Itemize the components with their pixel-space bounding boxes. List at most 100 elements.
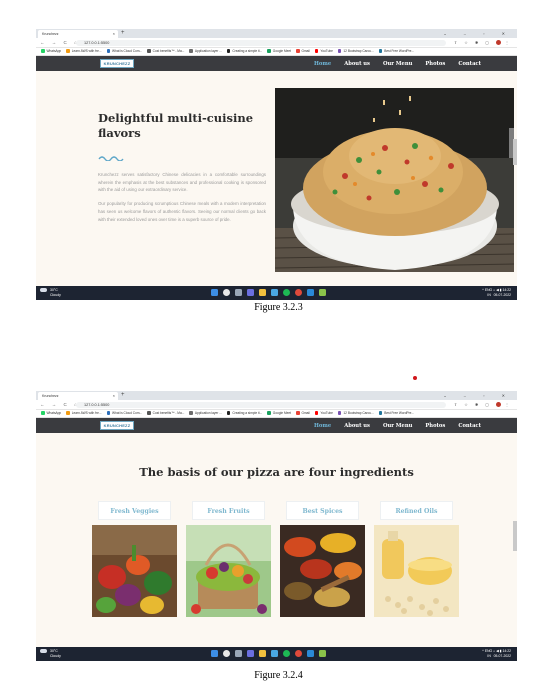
bookmark-item[interactable]: YouTube [314,410,333,417]
bookmark-label: WhatsApp [46,411,62,415]
profile-avatar[interactable] [495,402,501,408]
bookmark-item[interactable]: Google Meet [267,410,291,417]
bookmark-item[interactable]: Application layer ... [189,48,222,55]
bookmarks-bar: WhatsApp Learn AWS with fre... What is Clo… [36,410,517,418]
chrome-icon[interactable] [295,650,302,657]
new-tab-icon[interactable]: + [121,391,125,400]
nav-item-contact[interactable]: Contact [458,61,481,67]
store-icon[interactable] [271,289,278,296]
wave-divider-icon [98,156,124,161]
spotify-icon[interactable] [283,650,290,657]
bookmark-item[interactable]: Best Free WordPre... [378,410,414,417]
nav-item-contact[interactable]: Contact [458,423,481,429]
scrollbar-thumb[interactable] [513,139,517,165]
url-input[interactable]: 127.0.0.1:5500 [76,401,446,408]
bookmark-item[interactable]: WhatsApp [41,48,61,55]
store-icon[interactable] [271,650,278,657]
nav-item-about-us[interactable]: About us [344,61,370,67]
bookmark-item[interactable]: What is Cloud Com... [106,48,143,55]
red-dot-mark [413,376,417,380]
profile-avatar[interactable] [495,40,501,46]
vscode-icon[interactable] [307,650,314,657]
bookmark-item[interactable]: 12 Bootstrap Carou... [337,48,374,55]
bookmark-item[interactable]: YouTube [314,48,333,55]
app-icon[interactable] [319,289,326,296]
start-icon[interactable] [211,289,218,296]
browser-toolbar-icons[interactable]: ⇪ ☆ ✱ ◻ ⋮ [454,400,512,409]
nav-item-our-menu[interactable]: Our Menu [383,61,412,67]
weather-widget[interactable]: 30°C Cloudy [40,288,61,297]
bookmark-label: What is Cloud Com... [112,49,143,53]
nav-menu: Home About us Our Menu Photos Contact [314,418,481,433]
taskbar-apps [211,289,326,297]
bookmark-item[interactable]: Google Meet [267,48,291,55]
browser-tab[interactable]: Krunchezz × [38,30,118,38]
task-view-icon[interactable] [235,650,242,657]
bookmark-favicon-icon [337,411,342,415]
card-refined-oils[interactable]: Refined Oils [374,499,459,617]
nav-item-home[interactable]: Home [314,423,331,429]
nav-item-home[interactable]: Home [314,61,331,67]
bookmark-item[interactable]: Cost benefits™ - Ma... [147,410,184,417]
site-logo[interactable]: KRUNCHEZZ [100,59,134,68]
bookmark-item[interactable]: Learn AWS with fre... [66,410,102,417]
start-icon[interactable] [211,650,218,657]
bookmark-item[interactable]: What is Cloud Com... [106,410,142,417]
nav-item-our-menu[interactable]: Our Menu [383,423,412,429]
section-heading: Delightful multi-cuisine flavors [98,111,266,141]
weather-widget[interactable]: 30°C Cloudy [40,649,61,658]
spotify-icon[interactable] [283,289,290,296]
chat-icon[interactable] [247,289,254,296]
bookmark-item[interactable]: 12 Bootstrap Carou... [337,410,374,417]
file-explorer-icon[interactable] [259,650,266,657]
window-controls[interactable]: ⌄ – ▫ ✕ [443,29,513,38]
system-tray[interactable]: ^ ENG ⌂ ◀ ▮ 14:22 IN 05-07-2022 [482,288,511,297]
file-explorer-icon[interactable] [259,289,266,296]
bookmark-item[interactable]: WhatsApp [41,410,61,417]
bookmark-item[interactable]: Creating a simple ti... [226,48,262,55]
bookmark-item[interactable]: Learn AWS with fre... [66,48,102,55]
browser-tab[interactable]: Krunchezz × [38,392,118,400]
chat-icon[interactable] [247,650,254,657]
close-tab-icon[interactable]: × [113,30,115,38]
search-icon[interactable] [223,650,230,657]
bookmark-label: WhatsApp [46,49,62,53]
bookmark-item[interactable]: Gmail [296,410,310,417]
app-icon[interactable] [319,650,326,657]
nav-item-photos[interactable]: Photos [425,61,445,67]
system-tray[interactable]: ^ ENG ⌂ ◀ ▮ 14:22 IN 05-07-2022 [482,649,511,658]
vscode-icon[interactable] [307,289,314,296]
browser-toolbar-icons[interactable]: ⇪ ☆ ✱ ◻ ⋮ [454,38,512,47]
about-paragraph-2: Our popularity for producing scrumptious… [98,201,266,222]
bookmark-item[interactable]: Cost benefits™ - Ma... [147,48,184,55]
nav-item-about-us[interactable]: About us [344,423,370,429]
nav-item-photos[interactable]: Photos [425,423,445,429]
site-logo[interactable]: KRUNCHEZZ [100,421,134,430]
window-controls[interactable]: ⌄ – ▫ ✕ [443,391,513,400]
bookmark-item[interactable]: Creating a simple ti... [226,410,262,417]
url-input[interactable]: 127.0.0.1:5500 [76,39,446,46]
bookmark-favicon-icon [267,49,271,53]
bookmark-favicon-icon [66,49,70,53]
bookmark-item[interactable]: Application layer ... [189,410,222,417]
windows-taskbar: 30°C Cloudy ^ ENG ⌂ ◀ ▮ 14:22 IN 05-07-202… [36,286,517,300]
card-best-spices[interactable]: Best Spices [280,499,365,617]
bookmark-item[interactable]: Gmail [296,48,310,55]
scrollbar-thumb[interactable] [513,521,517,551]
card-fresh-fruits[interactable]: Fresh Fruits [186,499,271,617]
search-icon[interactable] [223,289,230,296]
bookmark-label: Application layer ... [194,49,222,53]
card-fresh-veggies[interactable]: Fresh Veggies [92,499,177,617]
bookmark-favicon-icon [314,49,319,53]
nav-buttons[interactable]: ← → C ⌂ [40,400,80,409]
close-tab-icon[interactable]: × [113,392,115,400]
bookmark-favicon-icon [226,49,231,53]
task-view-icon[interactable] [235,289,242,296]
chrome-icon[interactable] [295,289,302,296]
ingredients-heading: The basis of our pizza are four ingredie… [139,465,414,479]
card-label: Refined Oils [380,501,453,520]
bookmark-item[interactable]: Best Free WordPre... [378,48,414,55]
nav-buttons[interactable]: ← → C ⌂ [40,38,80,47]
region: IN [487,292,491,297]
new-tab-icon[interactable]: + [121,29,125,38]
